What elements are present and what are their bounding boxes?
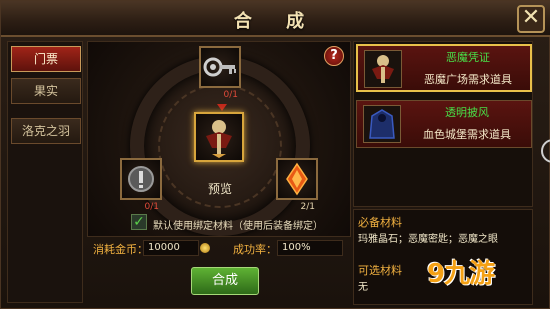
craft-button[interactable]: 合成: [191, 267, 259, 295]
recipe-name: 恶魔凭证: [446, 51, 490, 64]
optional-materials-title: 可选材料: [358, 264, 402, 277]
tab-tickets[interactable]: 门票: [11, 46, 81, 72]
close-button[interactable]: ✕: [517, 5, 545, 33]
title-bar: 合 成 ✕: [1, 1, 550, 37]
required-materials-list: 玛雅晶石；恶魔密匙；恶魔之眼: [358, 234, 498, 245]
recipe-invisibility-cloak[interactable]: 透明披风 血色城堡需求道具: [356, 100, 532, 148]
result-slot[interactable]: [194, 112, 244, 162]
site-watermark: 9九游: [427, 259, 495, 289]
material-slot-left[interactable]: 0/1: [120, 158, 162, 212]
required-materials-title: 必备材料: [358, 216, 402, 229]
cloak-icon: [363, 105, 401, 143]
recipe-demon-pass[interactable]: 恶魔凭证 恶魔广场需求道具: [356, 44, 532, 92]
top-material-qty: 0/1: [223, 90, 238, 100]
success-rate-value: 100%: [277, 240, 343, 256]
window-title: 合 成: [233, 11, 319, 32]
demon-eye-icon: [286, 162, 308, 196]
right-material-qty: 2/1: [300, 202, 315, 212]
side-handle[interactable]: [541, 139, 550, 163]
demon-pass-icon: [364, 50, 402, 88]
preview-label: 预览: [207, 182, 232, 196]
cost-value: 10000: [143, 240, 199, 256]
key-icon: [203, 57, 236, 77]
optional-materials-list: 无: [358, 282, 368, 293]
synthesis-panel: ? 0/1 预览 0/1 2/1: [87, 41, 351, 237]
cost-label: 消耗金币：: [93, 243, 148, 256]
close-icon: ✕: [521, 5, 541, 30]
left-material-qty: 0/1: [144, 202, 159, 212]
category-tabs: 门票 果实 洛克之羽: [7, 41, 83, 303]
bind-material-checkbox[interactable]: ✓: [131, 214, 147, 230]
arrow-down-icon: [217, 104, 227, 111]
recipe-list: 恶魔凭证 恶魔广场需求道具 透明披风 血色城堡需求道具: [353, 41, 533, 207]
recipe-name: 透明披风: [445, 106, 489, 119]
recipe-desc: 恶魔广场需求道具: [424, 73, 512, 86]
gold-coin-icon: [200, 243, 210, 253]
demon-pass-icon: [206, 120, 232, 158]
check-icon: ✓: [133, 214, 145, 230]
recipe-desc: 血色城堡需求道具: [423, 128, 511, 141]
synthesis-window: 合 成 ✕ 门票 果实 洛克之羽 ? 0/1 预览 0/1 2/1 ✓ 默认使用…: [0, 0, 550, 309]
bind-material-label: 默认使用绑定材料（使用后装备绑定）: [153, 221, 323, 232]
material-slot-right[interactable]: 2/1: [276, 158, 318, 212]
material-slot-top[interactable]: 0/1: [199, 46, 241, 100]
success-rate-label: 成功率：: [233, 243, 277, 256]
help-icon[interactable]: ?: [324, 46, 344, 66]
maya-jewel-icon: [128, 166, 154, 192]
tab-loch-feather[interactable]: 洛克之羽: [11, 118, 81, 144]
tab-fruits[interactable]: 果实: [11, 78, 81, 104]
